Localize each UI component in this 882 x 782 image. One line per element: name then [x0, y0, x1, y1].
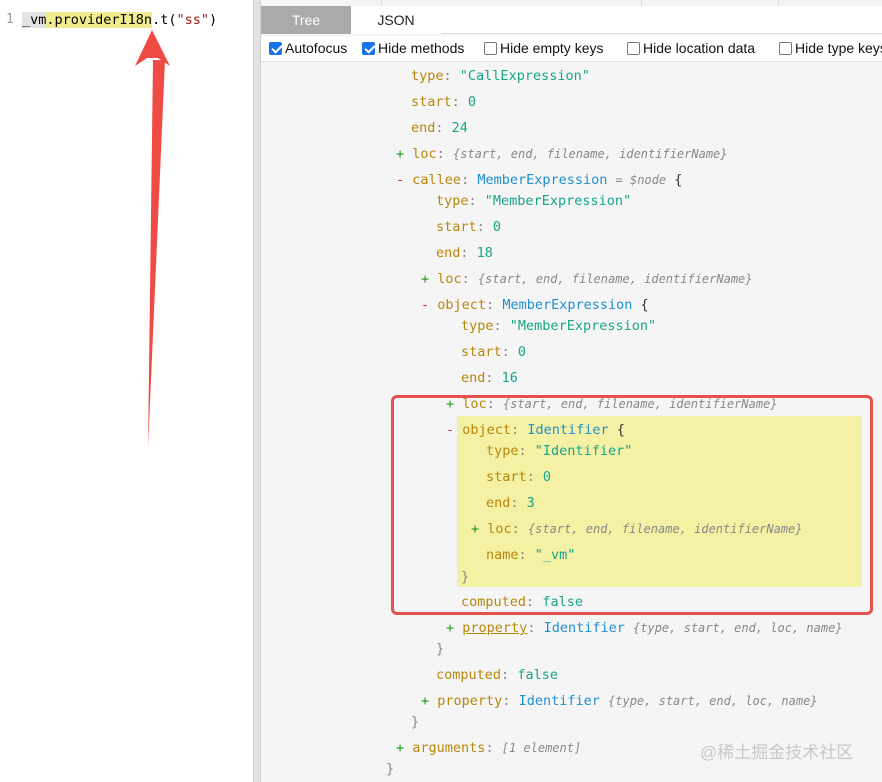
- toolbar-divider: [778, 0, 779, 6]
- option-autofocus[interactable]: Autofocus: [269, 40, 347, 56]
- expand-icon: +: [421, 693, 430, 709]
- option-hide-methods[interactable]: Hide methods: [362, 40, 464, 56]
- options-bar: Autofocus Hide methods Hide empty keys H…: [261, 36, 882, 62]
- option-label: Autofocus: [285, 40, 348, 56]
- tree-row: computed: false: [436, 667, 558, 683]
- tab-json[interactable]: JSON: [351, 6, 441, 34]
- tree-row: type: "MemberExpression": [461, 318, 657, 334]
- tree-row: name: "_vm": [486, 547, 576, 563]
- option-label: Hide type keys: [795, 40, 882, 56]
- tree-row: type: "Identifier": [486, 443, 633, 459]
- tree-row: start: 0: [436, 219, 502, 235]
- checkbox-hide-location-data[interactable]: [627, 41, 640, 55]
- tree-row: end: 3: [486, 495, 535, 511]
- tree-row-property[interactable]: + property: Identifier {type, start, end…: [446, 620, 843, 636]
- tree-row: type: "CallExpression": [411, 68, 590, 84]
- checkbox-hide-methods[interactable]: [362, 41, 375, 55]
- collapse-icon: -: [421, 297, 430, 313]
- option-label: Hide location data: [643, 40, 756, 56]
- collapse-icon: -: [446, 422, 455, 438]
- option-hide-type-keys[interactable]: Hide type keys: [779, 40, 882, 56]
- tree-row: end: 24: [411, 120, 468, 136]
- tree-row-property[interactable]: + property: Identifier {type, start, end…: [421, 693, 818, 709]
- tree-close-brace: }: [436, 641, 445, 657]
- tree-row: computed: false: [461, 594, 583, 610]
- expand-icon: +: [471, 521, 480, 537]
- checkbox-autofocus[interactable]: [269, 41, 282, 55]
- tree-close-brace: }: [461, 569, 470, 585]
- collapse-icon: -: [396, 172, 405, 188]
- code-editor[interactable]: 1 _vm.providerI18n.t("ss"): [0, 0, 253, 782]
- checkbox-hide-empty-keys[interactable]: [484, 41, 497, 55]
- tree-close-brace: }: [411, 714, 420, 730]
- option-hide-location-data[interactable]: Hide location data: [627, 40, 755, 56]
- tree-row-loc[interactable]: + loc: {start, end, filename, identifier…: [446, 396, 778, 412]
- watermark: @稀土掘金技术社区: [700, 743, 854, 762]
- tree-row-loc[interactable]: + loc: {start, end, filename, identifier…: [471, 521, 803, 537]
- tree-row-arguments[interactable]: + arguments: [1 element]: [396, 740, 581, 756]
- red-arrow-annotation: [135, 30, 170, 448]
- tree-row: end: 16: [461, 370, 518, 386]
- option-label: Hide methods: [378, 40, 465, 56]
- expand-icon: +: [396, 146, 405, 162]
- tree-row-loc[interactable]: + loc: {start, end, filename, identifier…: [421, 271, 753, 287]
- tree-row: start: 0: [461, 344, 527, 360]
- expand-icon: +: [396, 740, 405, 756]
- tree-close-brace: }: [386, 761, 395, 777]
- expand-icon: +: [446, 620, 455, 636]
- expand-icon: +: [421, 271, 430, 287]
- view-tabs: Tree JSON: [261, 6, 882, 34]
- tree-row: start: 0: [486, 469, 552, 485]
- tree-row: start: 0: [411, 94, 477, 110]
- toolbar-divider: [381, 0, 382, 6]
- tree-row-object[interactable]: - object: MemberExpression {: [421, 297, 649, 313]
- tree-row: type: "MemberExpression": [436, 193, 632, 209]
- toolbar-divider: [641, 0, 642, 6]
- tree-row-callee[interactable]: - callee: MemberExpression = $node {: [396, 172, 682, 188]
- tree-row-loc[interactable]: + loc: {start, end, filename, identifier…: [396, 146, 728, 162]
- checkbox-hide-type-keys[interactable]: [779, 41, 792, 55]
- pane-splitter[interactable]: [253, 0, 261, 782]
- tab-tree[interactable]: Tree: [261, 6, 351, 34]
- tree-row: end: 18: [436, 245, 493, 261]
- option-hide-empty-keys[interactable]: Hide empty keys: [484, 40, 603, 56]
- ast-panel: Tree JSON Autofocus Hide methods Hide em…: [261, 0, 882, 782]
- expand-icon: +: [446, 396, 455, 412]
- option-label: Hide empty keys: [500, 40, 604, 56]
- tree-row-identifier[interactable]: - object: Identifier {: [446, 422, 625, 438]
